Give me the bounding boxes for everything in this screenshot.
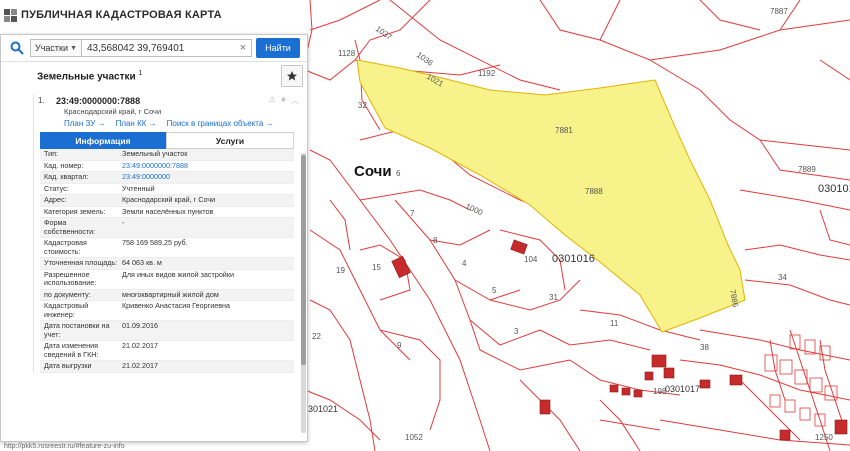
app-header: ПУБЛИЧНАЯ КАДАСТРОВАЯ КАРТА [0, 0, 230, 30]
lot-label: 1192 [478, 69, 496, 78]
find-button[interactable]: Найти [256, 38, 300, 58]
lot-label: 9 [397, 341, 402, 350]
lot-label: 4 [462, 259, 467, 268]
section-header: Земельные участки 1 [1, 62, 307, 90]
table-row: Кадастровая стоимость: 758 169 589,25 руб… [40, 238, 294, 258]
chevron-down-icon: ▼ [70, 44, 77, 52]
search-type-value: Участки [35, 43, 68, 53]
warning-icon[interactable]: ⚠ [269, 95, 276, 106]
search-within-link[interactable]: Поиск в границах объекта → [167, 119, 274, 128]
result-count: 1 [138, 69, 143, 77]
favorites-button[interactable] [281, 65, 303, 87]
lot-label: 7888 [585, 187, 603, 196]
favorite-icon[interactable]: ★ [280, 95, 287, 106]
lot-label: 7887 [770, 7, 788, 16]
lot-label: 104 [524, 255, 538, 264]
table-row: Уточненная площадь: 64 063 кв. м [40, 258, 294, 270]
status-url: http://pkk5.rosreestr.ru/#feature-zu-inf… [4, 443, 125, 450]
quarter-label: 0301017 [665, 384, 700, 394]
tab-info[interactable]: Информация [40, 132, 166, 149]
table-row: Разрешенное использование: Для иных видов… [40, 270, 294, 290]
tab-services[interactable]: Услуги [166, 132, 294, 149]
lot-label: 31 [549, 293, 558, 302]
search-query: 43,568042 39,769401 [87, 42, 185, 54]
table-row: Кадастровый инженер: Кривенко Анастасия Г… [40, 301, 294, 321]
result-index: 1. [38, 96, 45, 105]
star-icon [287, 71, 297, 81]
search-input[interactable]: 43,568042 39,769401 × [82, 39, 252, 57]
clear-icon[interactable]: × [240, 42, 246, 54]
table-row: Дата изменения сведений в ГКН: 21.02.2017 [40, 341, 294, 361]
lot-label: 1052 [405, 433, 423, 442]
app-title: ПУБЛИЧНАЯ КАДАСТРОВАЯ КАРТА [21, 9, 222, 21]
table-row: Дата постановки на учет: 01.09.2016 [40, 321, 294, 341]
panel-scrollbar[interactable] [301, 153, 306, 433]
lot-label: 198 [653, 387, 667, 396]
table-row: по документу: многоквартирный жилой дом [40, 289, 294, 301]
search-type-select[interactable]: Участки ▼ [30, 39, 82, 57]
table-row: Адрес: Краснодарский край, г Сочи [40, 195, 294, 207]
lot-label: 38 [700, 343, 709, 352]
quarter-label: 0301021 [303, 404, 338, 414]
section-title: Земельные участки 1 [37, 69, 143, 83]
cadastre-logo-icon [3, 8, 17, 22]
table-row: Дата выгрузки 21.02.2017 [40, 361, 294, 373]
table-row: Тип: Земельный участок [40, 149, 294, 161]
result-cad-number[interactable]: 23:49:0000000:7888 [56, 96, 269, 106]
scrollbar-thumb[interactable] [301, 155, 306, 365]
result-address: Краснодарский край, г Сочи [64, 107, 162, 116]
table-row: Форма собственности: - [40, 218, 294, 238]
quarter-label: 0301016 [818, 183, 850, 195]
lot-label: 34 [778, 273, 787, 282]
lot-label: 6 [396, 169, 401, 178]
lot-label: 3 [514, 327, 519, 336]
lot-label: 22 [312, 332, 321, 341]
lot-label: 11 [610, 319, 619, 328]
search-icon[interactable] [4, 37, 30, 59]
search-bar: Участки ▼ 43,568042 39,769401 × Найти [1, 35, 307, 62]
lot-label: 1250 [815, 433, 833, 442]
lot-label: 32 [358, 101, 367, 110]
search-panel: Участки ▼ 43,568042 39,769401 × Найти Зе… [0, 34, 308, 442]
lot-label: 7 [410, 209, 415, 218]
table-row: Статус: Учтенный [40, 184, 294, 195]
info-table: Тип: Земельный участок Кад. номер: 23:49:0… [40, 149, 294, 373]
city-label: Сочи [354, 163, 392, 180]
plan-kk-link[interactable]: План КК → [116, 119, 157, 128]
result-item: 1. 23:49:0000000:7888 ⚠ ★ ︿ Краснодарски… [33, 94, 299, 373]
table-row: Кад. квартал: 23:49:0000000 [40, 172, 294, 184]
lot-label: 7881 [555, 126, 573, 135]
lot-label: 1128 [338, 49, 356, 58]
lot-label: 7889 [798, 165, 816, 174]
table-row: Кад. номер: 23:49:0000000:7888 [40, 161, 294, 172]
quarter-label: 0301016 [552, 253, 595, 265]
plan-zu-link[interactable]: План ЗУ → [64, 119, 106, 128]
result-tabs: Информация Услуги [40, 132, 294, 149]
table-row: Категория земель: Земли населённых пункто… [40, 207, 294, 218]
lot-label: 15 [372, 263, 381, 272]
lot-label: 8 [433, 236, 438, 245]
collapse-icon[interactable]: ︿ [291, 95, 299, 106]
lot-label: 5 [492, 286, 497, 295]
lot-label: 19 [336, 266, 345, 275]
